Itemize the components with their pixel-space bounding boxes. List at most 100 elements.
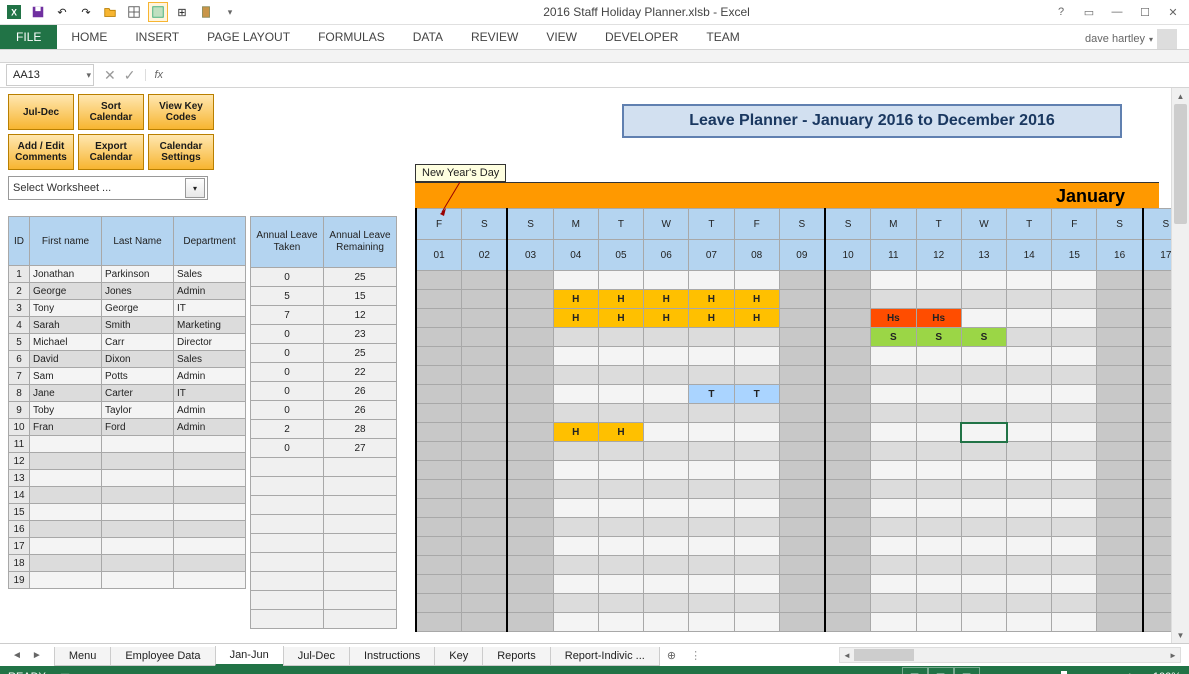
cell-empty[interactable] [174, 453, 246, 470]
calendar-cell[interactable] [779, 290, 825, 309]
calendar-cell[interactable] [644, 404, 689, 423]
calendar-cell[interactable] [916, 347, 961, 366]
calendar-cell[interactable] [779, 575, 825, 594]
calendar-cell[interactable] [916, 480, 961, 499]
cell-empty[interactable] [30, 555, 102, 572]
cell-empty[interactable] [30, 572, 102, 589]
calendar-cell[interactable] [916, 518, 961, 537]
calendar-cell[interactable] [1097, 347, 1143, 366]
calendar-cell[interactable] [825, 404, 871, 423]
cell-id[interactable]: 17 [9, 538, 30, 555]
cell-first-name[interactable]: Toby [30, 402, 102, 419]
calendar-cell[interactable] [1052, 309, 1097, 328]
calendar-cell[interactable] [779, 366, 825, 385]
calendar-cell[interactable] [462, 366, 508, 385]
cell-leave-remaining[interactable]: 26 [324, 382, 397, 401]
view-key-codes-button[interactable]: View Key Codes [148, 94, 214, 130]
calendar-cell[interactable] [1097, 423, 1143, 442]
cell-last-name[interactable]: Jones [102, 283, 174, 300]
calendar-cell[interactable] [916, 556, 961, 575]
cell-department[interactable]: Sales [174, 266, 246, 283]
cell-empty[interactable] [324, 534, 397, 553]
select-worksheet-combo[interactable]: Select Worksheet ... ▾ [8, 176, 208, 200]
cell-empty[interactable] [324, 610, 397, 629]
cell-department[interactable]: Sales [174, 351, 246, 368]
scroll-up-icon[interactable]: ▲ [1172, 88, 1189, 104]
calendar-cell[interactable] [779, 461, 825, 480]
calendar-cell[interactable] [1007, 309, 1052, 328]
cell-empty[interactable] [251, 496, 324, 515]
calendar-cell[interactable] [871, 594, 916, 613]
calendar-cell[interactable] [961, 556, 1006, 575]
calendar-cell[interactable] [689, 404, 734, 423]
calendar-settings-button[interactable]: Calendar Settings [148, 134, 214, 170]
table-row[interactable]: 0 25 [251, 344, 397, 363]
cell-empty[interactable] [251, 477, 324, 496]
table-row[interactable]: 5 Michael Carr Director [9, 334, 246, 351]
calendar-cell[interactable] [961, 442, 1006, 461]
calendar-cell[interactable] [462, 271, 508, 290]
table-row[interactable] [251, 591, 397, 610]
cell-department[interactable]: Admin [174, 402, 246, 419]
cell-empty[interactable] [102, 470, 174, 487]
cell-empty[interactable] [102, 555, 174, 572]
table-row[interactable]: 12 [9, 453, 246, 470]
calendar-cell[interactable] [825, 499, 871, 518]
cell-leave-taken[interactable]: 0 [251, 382, 324, 401]
calendar-cell[interactable] [1007, 271, 1052, 290]
calendar-cell[interactable] [961, 271, 1006, 290]
calendar-cell[interactable]: Hs [871, 309, 916, 328]
calendar-cell[interactable] [871, 385, 916, 404]
calendar-cell[interactable] [689, 480, 734, 499]
name-box[interactable]: AA13 ▾ [6, 64, 94, 86]
calendar-cell[interactable] [462, 385, 508, 404]
calendar-cell[interactable] [416, 556, 462, 575]
calendar-cell[interactable] [1097, 594, 1143, 613]
calendar-cell[interactable] [779, 556, 825, 575]
utility-icon[interactable]: ⊞ [172, 2, 192, 22]
calendar-cell[interactable] [553, 461, 598, 480]
table-row[interactable]: 0 23 [251, 325, 397, 344]
cell-id[interactable]: 15 [9, 504, 30, 521]
cell-last-name[interactable]: Parkinson [102, 266, 174, 283]
calendar-cell[interactable]: H [689, 309, 734, 328]
calendar-cell[interactable] [1052, 594, 1097, 613]
calendar-cell[interactable] [1007, 480, 1052, 499]
cell-empty[interactable] [102, 504, 174, 521]
calendar-cell[interactable] [779, 347, 825, 366]
tab-team[interactable]: TEAM [692, 25, 753, 49]
calendar-cell[interactable] [734, 442, 779, 461]
calendar-cell[interactable] [779, 518, 825, 537]
cell-first-name[interactable]: Jane [30, 385, 102, 402]
tab-review[interactable]: REVIEW [457, 25, 532, 49]
calendar-cell[interactable] [598, 613, 643, 632]
table-row[interactable]: 2 28 [251, 420, 397, 439]
cell-id[interactable]: 11 [9, 436, 30, 453]
calendar-cell[interactable] [689, 271, 734, 290]
calendar-cell[interactable] [916, 537, 961, 556]
calendar-cell[interactable] [779, 404, 825, 423]
calendar-cell[interactable] [598, 518, 643, 537]
calendar-cell[interactable] [1097, 499, 1143, 518]
calendar-cell[interactable] [734, 423, 779, 442]
calendar-cell[interactable] [416, 537, 462, 556]
sheet-tab[interactable]: Jul-Dec [283, 647, 350, 666]
jul-dec-button[interactable]: Jul-Dec [8, 94, 74, 130]
cell-empty[interactable] [251, 591, 324, 610]
table-row[interactable] [251, 496, 397, 515]
calendar-cell[interactable] [734, 613, 779, 632]
table-row[interactable]: 10 Fran Ford Admin [9, 419, 246, 436]
calendar-cell[interactable] [961, 347, 1006, 366]
calendar-cell[interactable] [644, 594, 689, 613]
calendar-cell[interactable] [1052, 423, 1097, 442]
table-row[interactable]: 15 [9, 504, 246, 521]
calendar-cell[interactable] [734, 480, 779, 499]
cell-empty[interactable] [251, 534, 324, 553]
calendar-cell[interactable] [1007, 423, 1052, 442]
ribbon-display-icon[interactable]: ▭ [1081, 6, 1097, 19]
cell-leave-taken[interactable]: 0 [251, 363, 324, 382]
calendar-cell[interactable] [916, 442, 961, 461]
calendar-cell[interactable] [644, 347, 689, 366]
cell-department[interactable]: Admin [174, 368, 246, 385]
cell-last-name[interactable]: Carr [102, 334, 174, 351]
